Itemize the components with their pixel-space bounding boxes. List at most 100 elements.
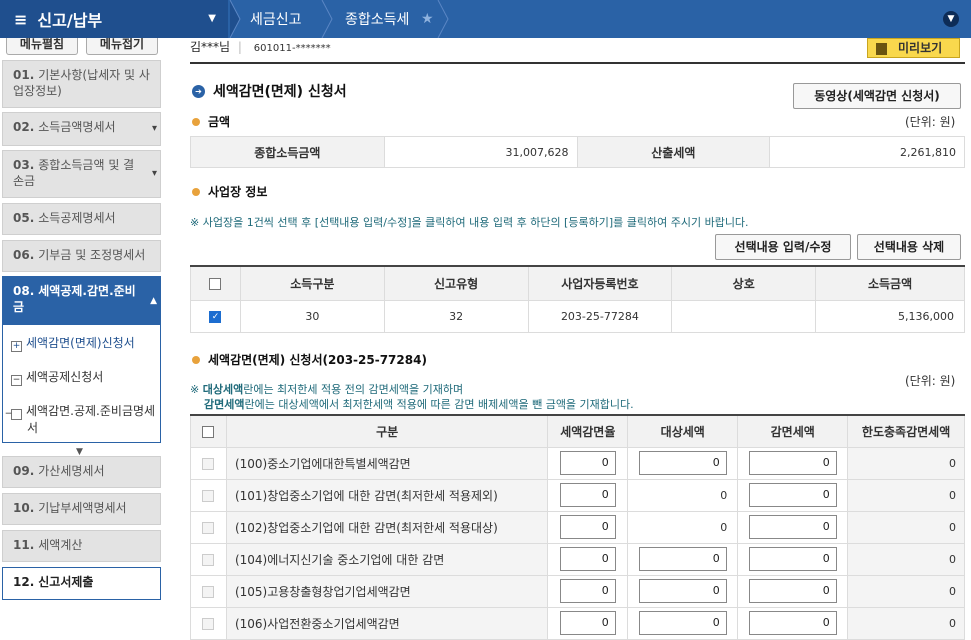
rate-input[interactable]: 0 <box>559 451 616 475</box>
chevron-down-icon[interactable]: ▾ <box>152 121 157 137</box>
row-select-cell <box>190 478 227 512</box>
reduced-tax-input[interactable]: 0 <box>748 547 837 571</box>
deduction-table: 구분 세액감면율 대상세액 감면세액 한도충족감면세액 (100)중소기업에대한… <box>190 414 965 640</box>
rate-input[interactable]: 0 <box>559 611 616 635</box>
reduced-tax-cell: 0 <box>737 510 849 544</box>
sidebar-item-basic-info[interactable]: 01. 기본사항(납세자 및 사업장정보) <box>2 60 161 108</box>
main-menu-toggle[interactable]: ≡ 신고/납부 ▼ <box>0 0 228 38</box>
column-header: 세액감면율 <box>547 414 629 448</box>
submenu-item-tax-credit[interactable]: − 세액공제신청서 <box>11 369 157 386</box>
row-checkbox[interactable] <box>202 553 215 566</box>
rate-cell: 0 <box>547 542 629 576</box>
target-tax-input[interactable]: 0 <box>638 451 727 475</box>
row-checkbox[interactable]: ✓ <box>209 310 222 323</box>
sidebar-item-penalty[interactable]: 09. 가산세명세서 <box>2 456 161 488</box>
sidebar-item-total-income[interactable]: 03. 종합소득금액 및 결손금 ▾ <box>2 150 161 198</box>
row-checkbox[interactable] <box>202 457 215 470</box>
sidebar-item-donation[interactable]: 06. 기부금 및 조정명세서 <box>2 240 161 272</box>
table-row[interactable]: (106)사업전환중소기업세액감면 0 0 0 0 <box>190 606 965 640</box>
arrow-right-icon: ➔ <box>192 84 205 98</box>
select-all-checkbox[interactable] <box>209 277 222 290</box>
deduction-label-cell: (100)중소기업에대한특별세액감면 <box>225 446 549 480</box>
breadcrumb-tax-filing[interactable]: 세금신고 <box>250 0 302 38</box>
sidebar-item-prepaid-tax[interactable]: 10. 기납부세액명세서 <box>2 493 161 525</box>
calculated-tax-label: 산출세액 <box>576 136 771 168</box>
sidebar-item-submit[interactable]: 12. 신고서제출 <box>2 567 161 600</box>
row-checkbox[interactable] <box>202 521 215 534</box>
reduced-tax-input[interactable]: 0 <box>748 515 837 539</box>
calculated-tax-value: 2,261,810 <box>769 136 965 168</box>
sidebar-item-tax-calc[interactable]: 11. 세액계산 <box>2 530 161 562</box>
bullet-icon <box>192 117 200 126</box>
chevron-up-icon[interactable]: ▲ <box>150 293 157 309</box>
unit-label: (단위: 원) <box>905 374 956 388</box>
table-row[interactable]: (100)중소기업에대한특별세액감면 0 0 0 0 <box>190 446 965 480</box>
menu-title: 신고/납부 <box>37 11 103 30</box>
rate-cell: 0 <box>547 606 629 640</box>
deduction-label-cell: (104)에너지신기술 중소기업에 대한 감면 <box>225 542 549 576</box>
collapse-menu-button[interactable]: 메뉴접기 <box>86 38 158 55</box>
sidebar-item-income-statement[interactable]: 02. 소득금액명세서 ▾ <box>2 112 161 146</box>
deduction-note-1: ※ 대상세액란에는 최저한세 적용 전의 감면세액을 기재하며 <box>190 383 464 396</box>
row-checkbox[interactable] <box>202 585 215 598</box>
chevron-down-icon[interactable]: ▾ <box>152 166 157 182</box>
select-all-checkbox[interactable] <box>202 425 215 438</box>
reduced-tax-cell: 0 <box>737 574 849 608</box>
breadcrumb-income-tax[interactable]: 종합소득세 <box>345 0 409 38</box>
hamburger-icon: ≡ <box>14 9 28 29</box>
column-header: 대상세액 <box>627 414 739 448</box>
video-guide-button[interactable]: 동영상(세액감면 신청서) <box>793 83 961 109</box>
business-note: ※ 사업장을 1건씩 선택 후 [선택내용 입력/수정]을 클릭하여 내용 입력… <box>190 216 749 229</box>
star-icon[interactable]: ★ <box>421 0 434 38</box>
row-checkbox[interactable] <box>202 617 215 630</box>
breadcrumb-separator-icon <box>229 0 241 38</box>
reduced-tax-cell: 0 <box>737 606 849 640</box>
table-row[interactable]: (105)고용창출형창업기업세액감면 0 0 0 0 <box>190 574 965 608</box>
deduction-label-cell: (102)창업중소기업에 대한 감면(최저한세 적용대상) <box>225 510 549 544</box>
reduced-tax-input[interactable]: 0 <box>748 611 837 635</box>
edit-selected-button[interactable]: 선택내용 입력/수정 <box>715 234 851 260</box>
sidebar-item-income-deduction[interactable]: 05. 소득공제명세서 <box>2 203 161 235</box>
table-row[interactable]: ✓ 30 32 203-25-77284 5,136,000 <box>190 299 965 333</box>
limit-tax-cell: 0 <box>847 510 965 544</box>
reduced-tax-input[interactable]: 0 <box>748 483 837 507</box>
table-row[interactable]: (101)창업중소기업에 대한 감면(최저한세 적용제외) 0 0 0 0 <box>190 478 965 512</box>
deduction-heading: 세액감면(면제) 신청서(203-25-77284) <box>192 351 427 368</box>
row-select-cell <box>190 510 227 544</box>
submenu-item-reserve[interactable]: − 세액감면.공제.준비금명세서 <box>5 403 157 436</box>
rate-input[interactable]: 0 <box>559 515 616 539</box>
rate-input[interactable]: 0 <box>559 547 616 571</box>
column-header: 구분 <box>225 414 549 448</box>
select-all-header <box>190 265 241 301</box>
deduction-label-cell: (101)창업중소기업에 대한 감면(최저한세 적용제외) <box>225 478 549 512</box>
reduced-tax-input[interactable]: 0 <box>748 451 837 475</box>
target-tax-cell: 0 <box>627 542 739 576</box>
total-income-value: 31,007,628 <box>383 136 578 168</box>
target-tax-input[interactable]: 0 <box>638 579 727 603</box>
deduction-note-2: 감면세액란에는 대상세액에서 최저한세액 적용에 따른 감면 배제세액을 뺀 금… <box>204 398 634 411</box>
rate-input[interactable]: 0 <box>559 483 616 507</box>
sidebar-item-tax-credit[interactable]: 08. 세액공제.감면.준비금 ▲ <box>2 276 161 326</box>
row-select-cell <box>190 574 227 608</box>
target-tax-input[interactable]: 0 <box>638 611 727 635</box>
rate-input[interactable]: 0 <box>559 579 616 603</box>
table-row[interactable]: (104)에너지신기술 중소기업에 대한 감면 0 0 0 0 <box>190 542 965 576</box>
chevron-down-icon[interactable]: ▼ <box>943 11 959 27</box>
limit-tax-cell: 0 <box>847 478 965 512</box>
reduced-tax-input[interactable]: 0 <box>748 579 837 603</box>
business-heading: 사업장 정보 <box>192 183 267 200</box>
table-row[interactable]: (102)창업중소기업에 대한 감면(최저한세 적용대상) 0 0 0 0 <box>190 510 965 544</box>
target-tax-input[interactable]: 0 <box>638 547 727 571</box>
column-header: 신고유형 <box>383 265 529 301</box>
preview-button[interactable]: 미리보기 <box>867 38 960 58</box>
business-name-cell <box>671 299 817 333</box>
expand-menu-button[interactable]: 메뉴펼침 <box>6 38 78 55</box>
rate-cell: 0 <box>547 478 629 512</box>
minus-icon: − <box>5 409 22 420</box>
target-tax-cell: 0 <box>627 510 739 544</box>
delete-selected-button[interactable]: 선택내용 삭제 <box>857 234 961 260</box>
reduced-tax-cell: 0 <box>737 542 849 576</box>
row-checkbox[interactable] <box>202 489 215 502</box>
submenu-item-tax-reduction[interactable]: + 세액감면(면제)신청서 <box>11 335 157 352</box>
bullet-icon <box>192 355 200 364</box>
